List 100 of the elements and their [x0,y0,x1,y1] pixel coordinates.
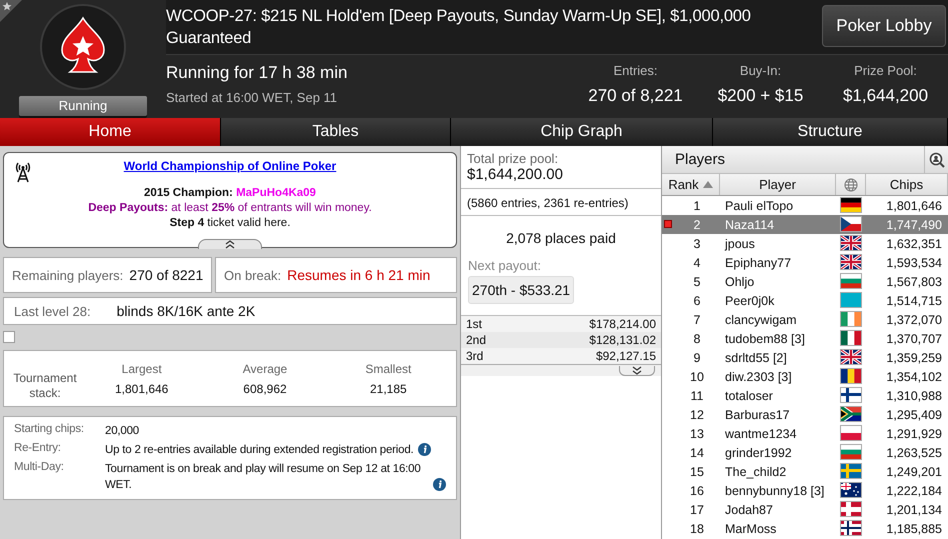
column-header[interactable]: Rank [662,174,720,195]
player-row[interactable]: 3 jpous 1,632,351 [662,234,948,253]
player-row[interactable]: 18 MarMoss 1,185,885 [662,519,948,538]
break-value: Resumes in 6 h 21 min [287,267,430,283]
expand-tab[interactable] [619,366,655,376]
player-name-cell-text: Naza114 [724,218,776,232]
level-label: Last level 28: [14,304,91,318]
player-row[interactable]: 8 tudobem88 [3] 1,370,707 [662,329,948,348]
player-row[interactable]: 15 The_child2 1,249,201 [662,462,948,481]
rank-cell-text: 13 [689,426,705,440]
flag-icon [840,330,862,346]
payout-amount: $92,127.15 [596,348,656,364]
player-row[interactable]: 17 Jodah87 1,201,134 [662,500,948,519]
championship-link[interactable]: World Championship of Online Poker [124,159,336,174]
next-payout-label: Next payout: [468,258,542,273]
player-name-cell-text: totaloser [724,388,774,402]
column-header[interactable]: Chips [866,174,948,195]
tab[interactable]: Structure [713,118,948,146]
stat-value: 270 of 8,221 [588,86,683,106]
collapse-tab[interactable] [198,239,262,249]
rank-cell-text: 1 [692,198,702,212]
rank-cell-text: 4 [692,256,702,270]
search-icon [928,152,944,168]
chips-cell-text: 1,372,070 [885,312,943,326]
player-name-cell-text: The_child2 [724,464,788,478]
flag-icon [840,406,862,422]
favorite-star-icon [0,0,22,22]
player-row[interactable]: 16 bennybunny18 [3] 1,222,184 [662,481,948,500]
places-paid: 2,078 places paid [505,230,617,246]
start-time: Started at 16:00 WET, Sep 11 [166,90,338,105]
player-row[interactable]: 10 diw.2303 [3] 1,354,102 [662,367,948,386]
collapse-icon [225,240,235,249]
flag-icon [840,349,862,365]
chips-cell-text: 1,593,534 [885,256,943,270]
stack-label: Tournament stack: [12,370,78,400]
stack-value: 608,962 [243,382,287,396]
break-label: On break: [224,268,282,282]
running-time: Running for 17 h 38 min [166,63,348,83]
rank-cell-text: 7 [692,312,702,326]
rank-cell-text: 9 [692,350,702,364]
chips-cell-text: 1,370,707 [885,332,943,346]
stack-value: 21,185 [370,382,407,396]
tab[interactable]: Tables [221,118,451,146]
player-name-cell-text: Ohljo [724,274,756,288]
rank-cell-text: 17 [689,502,705,516]
player-row[interactable]: 14 grinder1992 1,263,525 [662,443,948,462]
player-row[interactable]: 6 Peer0j0k 1,514,715 [662,291,948,310]
player-row[interactable]: 7 clancywigam 1,372,070 [662,310,948,329]
rank-cell-text: 2 [692,218,702,232]
flag-icon [840,254,862,270]
player-row[interactable]: 5 Ohljo 1,567,803 [662,272,948,291]
checkbox[interactable] [3,331,15,343]
player-row[interactable]: 4 Epiphany77 1,593,534 [662,253,948,272]
player-name-cell-text: grinder1992 [724,446,793,460]
player-row[interactable]: 9 sdrltd55 [2] 1,359,259 [662,348,948,367]
player-name-cell-text: Pauli elTopo [724,198,794,212]
chips-cell-text: 1,567,803 [885,274,943,288]
player-row[interactable]: 2 Naza114 1,747,490 [662,215,948,234]
tab[interactable]: Home [0,118,221,146]
player-row[interactable]: 13 wantme1234 1,291,929 [662,424,948,443]
status-label: Running [19,96,147,116]
flag-icon [840,197,862,213]
prize-pool-value: $1,644,200.00 [467,166,564,183]
ticket-note: Step 4 ticket valid here. [170,216,290,231]
chips-cell-text: 1,359,259 [885,350,943,364]
player-name-cell-text: Barburas17 [724,408,791,422]
chips-cell-text: 1,249,201 [885,464,943,478]
next-payout-value: 270th - $533.21 [468,276,574,304]
info-label: Multi-Day: [14,461,65,475]
tab[interactable]: Chip Graph [451,118,713,146]
chips-cell-text: 1,201,134 [885,502,943,516]
flag-icon [840,292,862,308]
player-name-cell-text: Peer0j0k [724,294,776,308]
player-row[interactable]: 11 totaloser 1,310,988 [662,386,948,405]
players-title: Players [675,151,726,168]
chips-cell-text: 1,310,988 [885,388,943,402]
rank-cell-text: 8 [692,332,702,346]
champion-line: 2015 Champion: MaPuHo4Ka09 [144,186,316,201]
chips-cell-text: 1,222,184 [885,484,943,498]
player-row[interactable]: 12 Barburas17 1,295,409 [662,405,948,424]
stack-column-label: Average [242,362,288,376]
player-row[interactable]: 1 Pauli elTopo 1,801,646 [662,196,948,215]
rank-cell-text: 18 [689,522,705,536]
info-label: Re-Entry: [14,442,62,456]
chips-cell-text: 1,801,646 [885,198,943,212]
chips-cell-text: 1,354,102 [885,370,943,384]
player-name-cell-text: clancywigam [724,312,798,326]
poker-lobby-button[interactable]: Poker Lobby [822,5,946,47]
flag-icon [840,311,862,327]
flag-icon [840,425,862,441]
rank-cell-text: 14 [689,446,705,460]
payout-amount: $178,214.00 [589,316,656,332]
stat-label: Buy-In: [740,63,782,78]
player-name-cell-text: jpous [724,236,756,250]
player-name-cell-text: wantme1234 [724,426,798,440]
payout-place: 3rd [466,348,484,364]
flag-icon [840,444,862,460]
rank-cell-text: 10 [689,370,705,384]
column-header[interactable]: Player [720,174,836,195]
rank-cell-text: 12 [689,408,705,422]
